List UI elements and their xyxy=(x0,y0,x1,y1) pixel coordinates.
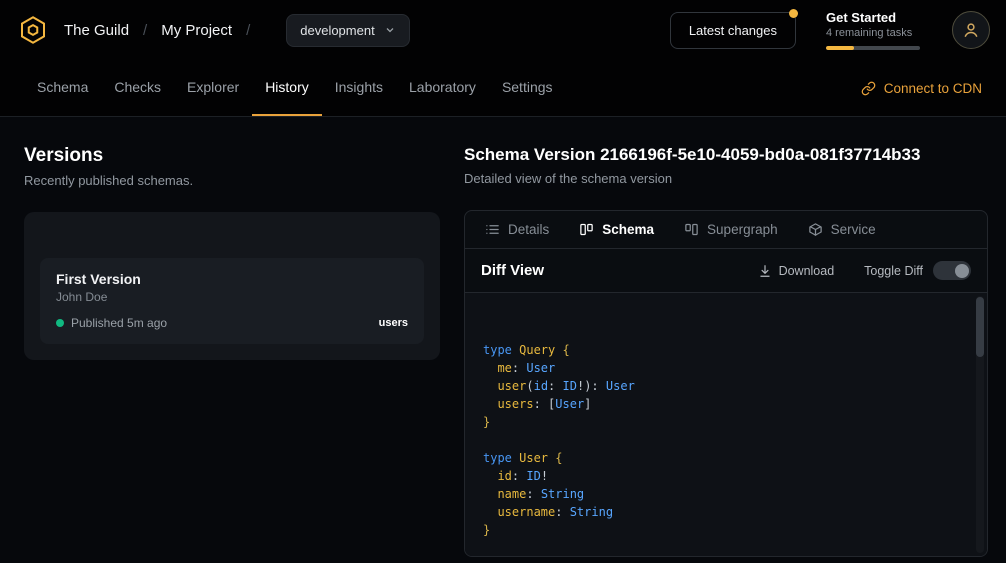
app-logo-icon[interactable] xyxy=(16,13,50,47)
service-icon xyxy=(808,222,823,237)
tab-checks[interactable]: Checks xyxy=(101,60,174,116)
code-line: name: String xyxy=(483,485,969,503)
tab-history[interactable]: History xyxy=(252,60,322,116)
code-line: } xyxy=(483,413,969,431)
page: The Guild / My Project / development Lat… xyxy=(0,0,1006,563)
diff-view-header: Diff View Download Toggle Diff xyxy=(465,249,987,293)
code-line xyxy=(483,431,969,449)
tab-schema-detail[interactable]: Schema xyxy=(579,222,654,237)
code-line: type User { xyxy=(483,449,969,467)
tab-schema[interactable]: Schema xyxy=(24,60,101,116)
progress-fill xyxy=(826,46,854,50)
code-line: users: [User] xyxy=(483,395,969,413)
tab-service[interactable]: Service xyxy=(808,222,876,237)
diff-view-title: Diff View xyxy=(481,262,544,279)
chevron-down-icon xyxy=(384,24,396,36)
connect-to-cdn-link[interactable]: Connect to CDN xyxy=(861,60,982,116)
versions-title: Versions xyxy=(24,145,440,167)
toggle-diff-label: Toggle Diff xyxy=(864,264,923,278)
main-nav: Schema Checks Explorer History Insights … xyxy=(0,60,1006,117)
download-button[interactable]: Download xyxy=(758,264,835,278)
schema-code-editor[interactable]: type Query { me: User user(id: ID!): Use… xyxy=(465,293,987,556)
editor-scrollbar-thumb[interactable] xyxy=(976,297,984,357)
breadcrumb-org[interactable]: The Guild xyxy=(64,22,129,39)
versions-column: Versions Recently published schemas. Fir… xyxy=(24,145,440,563)
version-name: First Version xyxy=(56,271,408,287)
version-status: Published 5m ago xyxy=(71,316,167,330)
download-label: Download xyxy=(779,264,835,278)
tab-laboratory[interactable]: Laboratory xyxy=(396,60,489,116)
schema-version-panel: Details Schema Supergraph xyxy=(464,210,988,557)
code-line: username: String xyxy=(483,503,969,521)
tab-details-label: Details xyxy=(508,222,549,237)
latest-changes-button[interactable]: Latest changes xyxy=(670,12,796,49)
schema-version-subtitle: Detailed view of the schema version xyxy=(464,171,988,186)
version-list-item[interactable]: First Version John Doe Published 5m ago … xyxy=(40,258,424,344)
latest-changes-label: Latest changes xyxy=(689,23,777,38)
user-avatar[interactable] xyxy=(952,11,990,49)
supergraph-icon xyxy=(684,222,699,237)
tab-settings[interactable]: Settings xyxy=(489,60,566,116)
code-line: id: ID! xyxy=(483,467,969,485)
version-author: John Doe xyxy=(56,290,408,304)
toggle-knob xyxy=(955,264,969,278)
link-icon xyxy=(861,81,876,96)
tab-schema-label: Schema xyxy=(602,222,654,237)
tab-supergraph-label: Supergraph xyxy=(707,222,778,237)
get-started-widget[interactable]: Get Started 4 remaining tasks xyxy=(826,10,920,50)
tab-insights[interactable]: Insights xyxy=(322,60,396,116)
tab-explorer[interactable]: Explorer xyxy=(174,60,252,116)
schema-icon xyxy=(579,222,594,237)
get-started-title: Get Started xyxy=(826,10,920,25)
connect-to-cdn-label: Connect to CDN xyxy=(884,81,982,96)
toggle-diff-switch[interactable] xyxy=(933,261,971,280)
versions-subtitle: Recently published schemas. xyxy=(24,173,440,188)
notification-dot xyxy=(789,9,798,18)
published-status-icon xyxy=(56,319,64,327)
person-icon xyxy=(961,20,981,40)
code-content: type Query { me: User user(id: ID!): Use… xyxy=(483,341,969,539)
tab-details[interactable]: Details xyxy=(485,222,549,237)
target-selector[interactable]: development xyxy=(286,14,409,47)
code-line: type Query { xyxy=(483,341,969,359)
top-header: The Guild / My Project / development Lat… xyxy=(0,0,1006,60)
code-line: user(id: ID!): User xyxy=(483,377,969,395)
tab-service-label: Service xyxy=(831,222,876,237)
schema-version-title: Schema Version 2166196f-5e10-4059-bd0a-0… xyxy=(464,145,988,165)
list-icon xyxy=(485,222,500,237)
target-selector-value: development xyxy=(300,23,374,38)
version-detail-column: Schema Version 2166196f-5e10-4059-bd0a-0… xyxy=(464,145,988,563)
detail-tab-bar: Details Schema Supergraph xyxy=(465,211,987,249)
main-content: Versions Recently published schemas. Fir… xyxy=(0,117,1006,563)
get-started-subtitle: 4 remaining tasks xyxy=(826,27,920,39)
breadcrumb-separator: / xyxy=(246,22,250,39)
download-icon xyxy=(758,264,772,278)
code-line: } xyxy=(483,521,969,539)
code-line: me: User xyxy=(483,359,969,377)
get-started-progress xyxy=(826,46,920,50)
breadcrumb-separator: / xyxy=(143,22,147,39)
breadcrumb-project[interactable]: My Project xyxy=(161,22,232,39)
tab-supergraph[interactable]: Supergraph xyxy=(684,222,778,237)
versions-card: First Version John Doe Published 5m ago … xyxy=(24,212,440,360)
version-service-badge: users xyxy=(379,317,408,329)
